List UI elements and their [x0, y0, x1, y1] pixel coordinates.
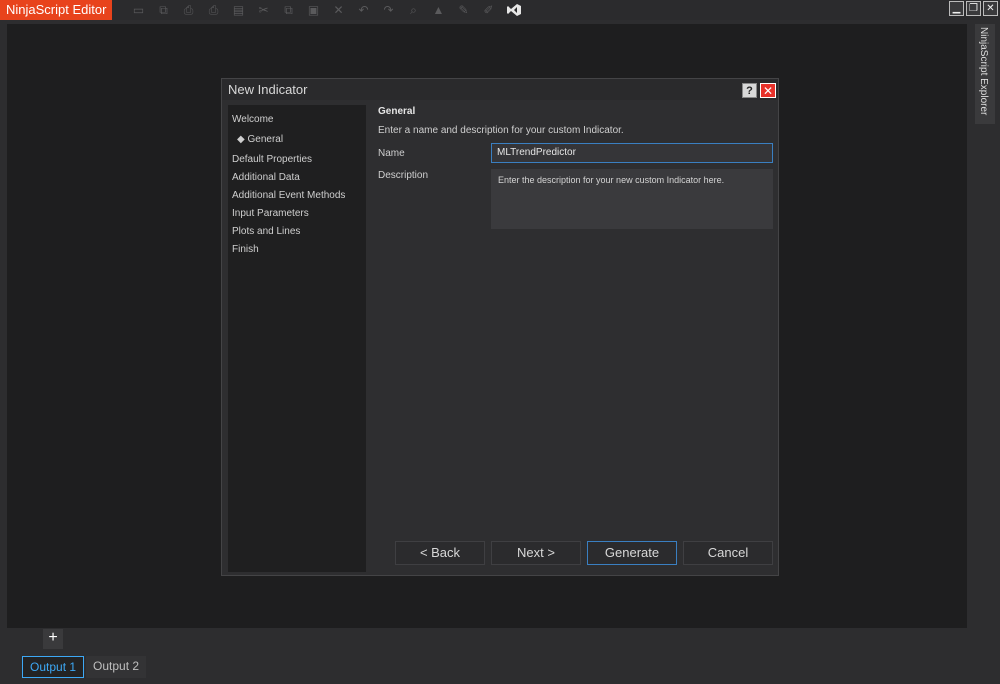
comment-icon[interactable]: ✎	[451, 0, 476, 20]
wizard-nav: Welcome ◆ General Default Properties Add…	[228, 105, 366, 572]
nav-item-welcome[interactable]: Welcome	[232, 111, 362, 129]
current-step-icon: ◆	[237, 134, 245, 145]
save-icon[interactable]: ▭	[126, 0, 151, 20]
find-icon[interactable]: ⌕	[401, 0, 426, 20]
restore-button[interactable]: ❐	[966, 1, 981, 16]
description-label: Description	[378, 170, 429, 181]
nav-item-additional-event-methods[interactable]: Additional Event Methods	[232, 187, 362, 205]
nav-item-general-label: General	[247, 134, 284, 145]
nav-item-default-properties[interactable]: Default Properties	[232, 151, 362, 169]
window-controls: ▁ ❐ ✕	[949, 1, 998, 16]
tab-output-2[interactable]: Output 2	[86, 656, 147, 678]
close-window-button[interactable]: ✕	[983, 1, 998, 16]
nav-item-finish[interactable]: Finish	[232, 241, 362, 259]
print-preview-icon[interactable]: ⎙	[201, 0, 226, 20]
cancel-button[interactable]: Cancel	[683, 541, 773, 565]
app-title: NinjaScript Editor	[0, 0, 113, 20]
new-indicator-dialog: New Indicator ? ✕ Welcome ◆ General Defa…	[221, 78, 779, 576]
nav-item-additional-data[interactable]: Additional Data	[232, 169, 362, 187]
generate-button[interactable]: Generate	[587, 541, 677, 565]
visual-studio-glyph	[506, 4, 521, 16]
paste-icon[interactable]: ▣	[301, 0, 326, 20]
template-icon[interactable]: ▤	[226, 0, 251, 20]
minimize-button[interactable]: ▁	[949, 1, 964, 16]
section-description: Enter a name and description for your cu…	[378, 125, 624, 136]
delete-icon[interactable]: ✕	[326, 0, 351, 20]
name-input[interactable]: MLTrendPredictor	[491, 143, 773, 163]
uncomment-icon[interactable]: ✐	[476, 0, 501, 20]
copy-icon[interactable]: ⧉	[276, 0, 301, 20]
tab-output-1[interactable]: Output 1	[22, 656, 85, 678]
compile-icon[interactable]: ▲	[426, 0, 451, 20]
toolbar: ▭ ⧉ ⎙ ⎙ ▤ ✂ ⧉ ▣ ✕ ↶ ↷ ⌕ ▲ ✎ ✐	[126, 0, 526, 20]
nav-item-general[interactable]: ◆ General	[232, 129, 362, 151]
name-label: Name	[378, 148, 405, 159]
save-all-icon[interactable]: ⧉	[151, 0, 176, 20]
ninjascript-explorer-tab[interactable]: NinjaScript Explorer	[975, 24, 995, 124]
output-tabs: Output 1 Output 2	[22, 656, 148, 678]
description-textarea[interactable]: Enter the description for your new custo…	[491, 169, 773, 229]
back-button[interactable]: < Back	[395, 541, 485, 565]
visual-studio-icon[interactable]	[501, 0, 526, 20]
dialog-buttons: < Back Next > Generate Cancel	[395, 541, 773, 565]
redo-icon[interactable]: ↷	[376, 0, 401, 20]
close-dialog-button[interactable]: ✕	[760, 83, 776, 98]
nav-item-plots-and-lines[interactable]: Plots and Lines	[232, 223, 362, 241]
cut-icon[interactable]: ✂	[251, 0, 276, 20]
nav-item-input-parameters[interactable]: Input Parameters	[232, 205, 362, 223]
add-output-button[interactable]: +	[43, 629, 63, 649]
output-panel	[0, 628, 1000, 684]
section-title: General	[378, 106, 416, 117]
title-bar: NinjaScript Editor ▭ ⧉ ⎙ ⎙ ▤ ✂ ⧉ ▣ ✕ ↶ ↷…	[0, 0, 1000, 20]
ninjascript-explorer-label: NinjaScript Explorer	[978, 27, 989, 116]
dialog-title: New Indicator	[228, 82, 308, 97]
ninjascript-editor-window: NinjaScript Editor ▭ ⧉ ⎙ ⎙ ▤ ✂ ⧉ ▣ ✕ ↶ ↷…	[0, 0, 1000, 684]
help-button[interactable]: ?	[742, 83, 757, 98]
general-section: General Enter a name and description for…	[378, 105, 774, 545]
print-icon[interactable]: ⎙	[176, 0, 201, 20]
next-button[interactable]: Next >	[491, 541, 581, 565]
undo-icon[interactable]: ↶	[351, 0, 376, 20]
dialog-title-bar: New Indicator ? ✕	[222, 79, 778, 100]
